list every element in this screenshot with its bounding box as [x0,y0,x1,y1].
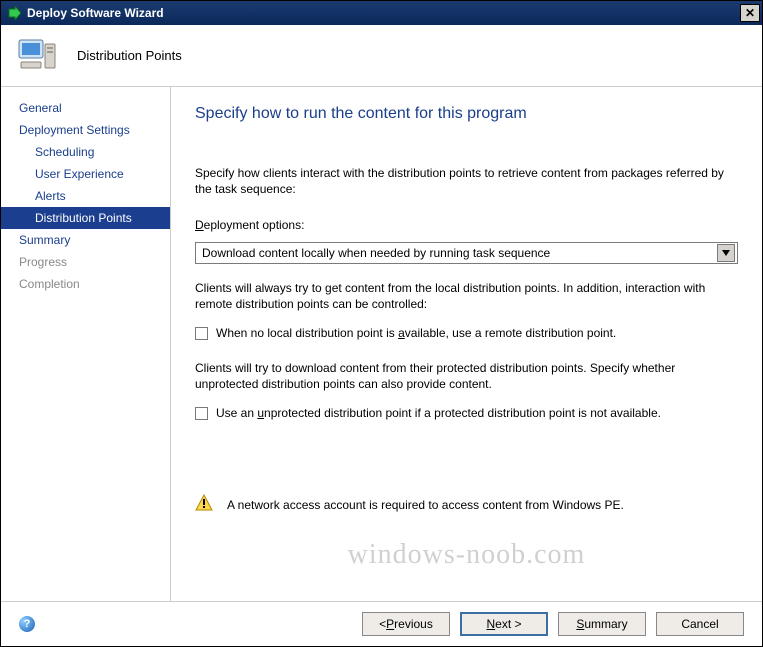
computer-icon [15,34,59,78]
content-heading: Specify how to run the content for this … [195,105,738,123]
sidebar-item-user-experience[interactable]: User Experience [1,163,170,185]
deployment-options-dropdown[interactable]: Download content locally when needed by … [195,242,738,264]
label-part: When no local distribution point is [216,326,398,340]
wizard-header: Distribution Points [1,25,762,87]
next-button[interactable]: Next > [460,612,548,636]
sidebar-item-label: Deployment Settings [19,123,130,137]
dropdown-button[interactable] [717,244,735,262]
btn-accel: P [386,617,394,631]
deployment-options-label: Deployment options: [195,217,738,233]
btn-accel: S [576,617,584,631]
warning-icon [195,494,213,515]
sidebar-item-alerts[interactable]: Alerts [1,185,170,207]
close-icon: ✕ [745,6,755,20]
btn-rest: ummary [584,617,627,631]
warning-text: A network access account is required to … [227,498,624,512]
sidebar-item-scheduling[interactable]: Scheduling [1,141,170,163]
remote-info-text: Clients will always try to get content f… [195,280,738,312]
label-part: vailable, use a remote distribution poin… [405,326,616,340]
dropdown-value: Download content locally when needed by … [202,246,717,260]
previous-button[interactable]: < Previous [362,612,450,636]
sidebar-item-label: User Experience [35,167,124,181]
label-accel: a [398,326,405,340]
wizard-body: General Deployment Settings Scheduling U… [1,87,762,601]
checkbox-remote-dp-label: When no local distribution point is avai… [216,326,616,340]
window-title: Deploy Software Wizard [27,6,740,20]
sidebar-item-general[interactable]: General [1,97,170,119]
close-button[interactable]: ✕ [740,4,760,22]
sidebar-item-label: Completion [19,277,80,291]
checkbox-unprotected-dp-label: Use an unprotected distribution point if… [216,406,661,420]
sidebar-item-label: Scheduling [35,145,94,159]
sidebar-item-completion: Completion [1,273,170,295]
chevron-down-icon [722,250,730,256]
btn-accel: N [486,617,495,631]
summary-button[interactable]: Summary [558,612,646,636]
warning-row: A network access account is required to … [195,494,738,515]
btn-label: Cancel [681,617,718,631]
sidebar-item-summary[interactable]: Summary [1,229,170,251]
unprotected-info-text: Clients will try to download content fro… [195,360,738,392]
sidebar-item-label: Progress [19,255,67,269]
watermark: windows-noob.com [348,539,586,571]
label-part: Use an [216,406,257,420]
sidebar-item-label: General [19,101,62,115]
help-icon[interactable]: ? [19,616,35,632]
wizard-icon [7,6,21,20]
cancel-button[interactable]: Cancel [656,612,744,636]
label-part: nprotected distribution point if a prote… [264,406,661,420]
wizard-content: Specify how to run the content for this … [171,87,762,601]
sidebar-item-progress: Progress [1,251,170,273]
title-bar: Deploy Software Wizard ✕ [1,1,762,25]
wizard-sidebar: General Deployment Settings Scheduling U… [1,87,171,601]
sidebar-item-label: Summary [19,233,70,247]
btn-rest: revious [394,617,433,631]
sidebar-item-deployment-settings[interactable]: Deployment Settings [1,119,170,141]
sidebar-item-distribution-points[interactable]: Distribution Points [1,207,170,229]
checkbox-unprotected-dp[interactable] [195,407,208,420]
btn-rest: ext > [495,617,521,631]
checkbox-unprotected-dp-row: Use an unprotected distribution point if… [195,406,738,420]
checkbox-remote-dp-row: When no local distribution point is avai… [195,326,738,340]
intro-text: Specify how clients interact with the di… [195,165,738,197]
wizard-footer: ? < Previous Next > Summary Cancel [1,601,762,646]
page-title: Distribution Points [77,48,182,63]
checkbox-remote-dp[interactable] [195,327,208,340]
sidebar-item-label: Alerts [35,189,66,203]
label-accel: D [195,218,204,232]
sidebar-item-label: Distribution Points [35,211,132,225]
label-rest: eployment options: [204,218,305,232]
